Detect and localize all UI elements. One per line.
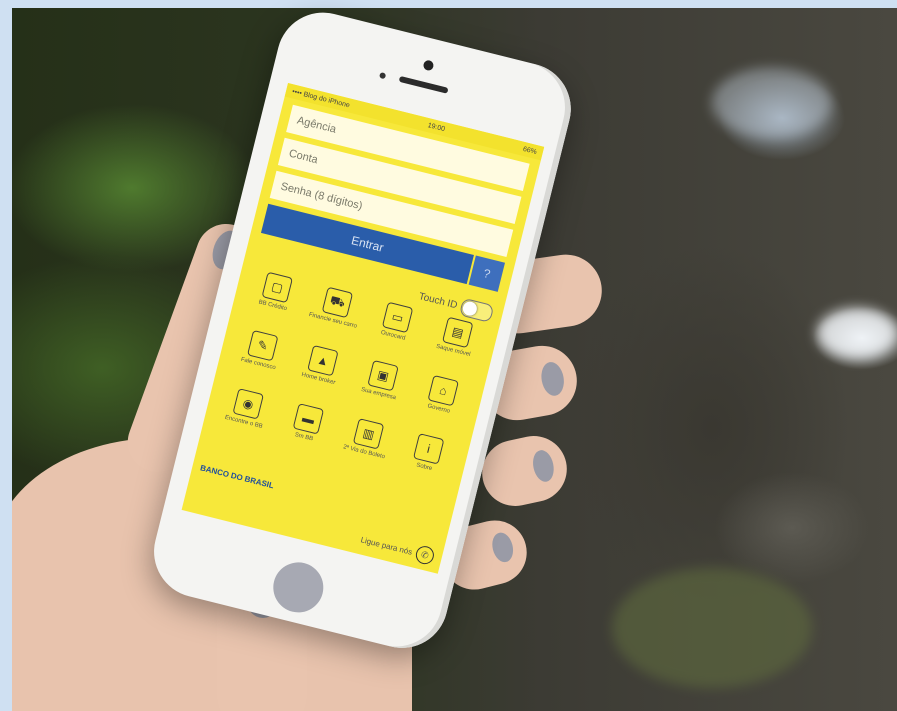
briefcase-icon: ▣: [367, 359, 399, 392]
phone-body: •••• Blog do iPhone 19:00 66% Agência Co…: [144, 2, 581, 658]
menu-item-label: Sobre: [415, 462, 433, 473]
menu-item-label: 2ª Via do Boleto: [342, 444, 386, 461]
call-us-link[interactable]: Ligue para nós ✆: [359, 530, 436, 566]
barcode-icon: ▥: [352, 418, 385, 450]
bank-logo: BANCO DO BRASIL: [199, 463, 275, 491]
card-icon: ▭: [381, 301, 414, 334]
ticket-icon: ▬: [292, 403, 325, 435]
agencia-placeholder: Agência: [295, 114, 338, 136]
home-button[interactable]: [268, 557, 329, 618]
front-camera-icon: [422, 59, 435, 72]
menu-item[interactable]: ⌂ Governo: [404, 371, 477, 436]
chart-icon: ▲: [307, 344, 339, 377]
sensor-icon: [378, 71, 387, 80]
phone-icon: ✆: [413, 544, 436, 566]
bokeh-light: [817, 308, 897, 358]
menu-item-label: Governo: [426, 403, 451, 415]
bag-icon: ▢: [261, 271, 294, 304]
battery-label: 66%: [522, 145, 538, 156]
car-icon: ⛟: [321, 286, 354, 319]
atm-icon: ▤: [441, 316, 474, 349]
menu-item-label: Sm BB: [294, 432, 314, 443]
call-us-label: Ligue para nós: [359, 534, 414, 557]
app-screen: •••• Blog do iPhone 19:00 66% Agência Co…: [181, 82, 545, 574]
touch-id-toggle[interactable]: [458, 297, 495, 323]
building-icon: ⌂: [427, 374, 459, 407]
location-icon: ◉: [232, 388, 264, 420]
help-button[interactable]: ?: [468, 255, 505, 292]
bokeh-light: [712, 68, 832, 138]
menu-item[interactable]: ▤ Saque móvel: [418, 312, 491, 377]
bokeh-plant: [612, 568, 812, 688]
senha-placeholder: Senha (8 dígitos): [279, 180, 364, 213]
earpiece-speaker: [398, 75, 449, 94]
clock-label: 19:00: [427, 121, 446, 133]
info-icon: i: [412, 433, 445, 465]
menu-item[interactable]: i Sobre: [389, 429, 462, 494]
conta-placeholder: Conta: [287, 147, 320, 167]
pencil-icon: ✎: [246, 329, 279, 362]
touch-id-label: Touch ID: [417, 290, 459, 311]
